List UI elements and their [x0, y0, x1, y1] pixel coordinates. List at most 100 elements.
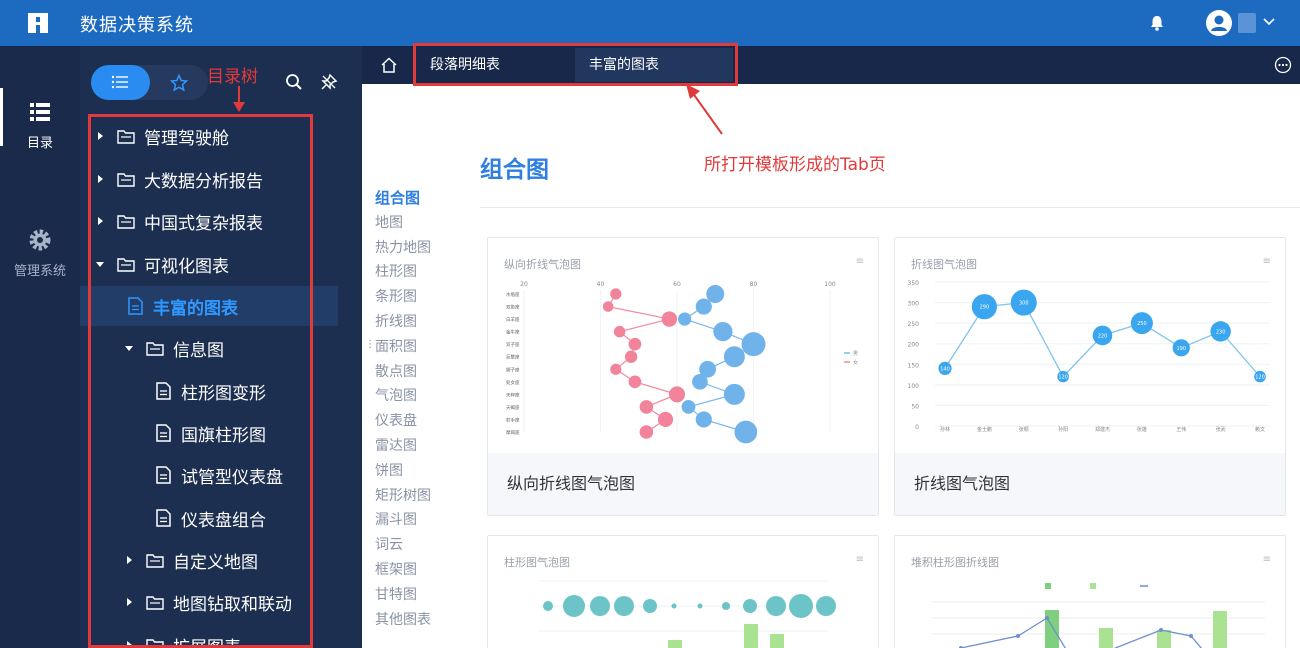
- x-tick-label: 张颖: [1019, 426, 1029, 433]
- left-nav: 目录 管理系统: [0, 46, 80, 648]
- x-tick-label: 60: [673, 281, 681, 288]
- category-item[interactable]: 仪表盘: [375, 409, 455, 434]
- card-mini-title: 折线图气泡图: [911, 258, 977, 271]
- menu-icon[interactable]: ≡: [856, 554, 864, 565]
- user-icon: [1211, 15, 1227, 31]
- data-bubble: [602, 301, 614, 312]
- y-tick-label: 50: [911, 403, 919, 410]
- nav-directory[interactable]: 目录: [0, 88, 80, 151]
- y-tick-label: 250: [908, 321, 920, 328]
- card-preview: 柱形图气泡图 ≡: [488, 536, 878, 648]
- menu-icon[interactable]: ≡: [1263, 256, 1271, 267]
- menu-icon[interactable]: ≡: [1263, 554, 1271, 565]
- data-bubble: [741, 332, 766, 357]
- chart-card[interactable]: 20 40 60 80 100 水瓶座 双鱼座 白羊座 金牛座 双子座 巨蟹座 狮子座 处女座 天秤座 天蝎…: [487, 237, 879, 516]
- x-tick-label: 20: [520, 281, 528, 288]
- category-item[interactable]: 折线图: [375, 310, 455, 335]
- card-preview: 0 50 100 150 200 250 300 350 140 孙林 290 金士鹏 300 张颖 120…: [895, 238, 1285, 453]
- y-tick-label: 150: [908, 362, 920, 369]
- bar-bubble-chart: [538, 580, 836, 648]
- more-icon[interactable]: [1274, 56, 1292, 74]
- data-bubble: [678, 312, 692, 326]
- category-item[interactable]: 框架图: [375, 558, 455, 583]
- data-bubble: [657, 411, 674, 428]
- avatar[interactable]: [1206, 10, 1232, 36]
- app-title: 数据决策系统: [80, 15, 194, 36]
- nav-management[interactable]: 管理系统: [0, 228, 80, 279]
- annotation-tree-box: [88, 114, 313, 648]
- y-tick-label: 双子座: [506, 341, 520, 348]
- category-item[interactable]: 其他图表: [375, 608, 455, 633]
- category-item[interactable]: 柱形图: [375, 260, 455, 285]
- x-tick-label: 孙林: [940, 426, 950, 433]
- data-label: 140: [940, 366, 950, 372]
- card-mini-title: 堆积柱形图折线图: [911, 556, 999, 569]
- data-label: 230: [1216, 329, 1226, 335]
- data-bubble: [681, 400, 696, 414]
- category-item[interactable]: 地图: [375, 211, 455, 236]
- category-item[interactable]: 雷达图: [375, 434, 455, 459]
- divider: [480, 207, 1300, 208]
- star-icon: [170, 74, 188, 92]
- list-icon: [30, 103, 50, 121]
- gear-icon: [29, 229, 51, 251]
- category-item[interactable]: 漏斗图: [375, 508, 455, 533]
- chart-card[interactable]: 柱形图气泡图 ≡: [487, 535, 879, 648]
- data-bubble: [628, 375, 642, 389]
- category-item[interactable]: 组合图: [375, 186, 455, 211]
- data-bubble: [613, 325, 626, 338]
- drag-handle-icon[interactable]: ⋮: [365, 339, 375, 353]
- menu-icon[interactable]: ≡: [856, 256, 864, 267]
- pin-icon[interactable]: [320, 73, 338, 91]
- chevron-down-icon[interactable]: [1262, 15, 1276, 29]
- y-tick-label: 金牛座: [506, 329, 520, 336]
- legend-label: 女: [853, 359, 858, 366]
- data-bubble: [610, 363, 622, 375]
- y-tick-label: 狮子座: [506, 366, 520, 373]
- x-tick-label: 郑建杰: [1095, 426, 1110, 433]
- card-mini-title: 柱形图气泡图: [504, 556, 570, 569]
- chart-card[interactable]: 堆积柱形图折线图 ≡: [894, 535, 1286, 648]
- annotation-tab-label: 所打开模板形成的Tab页: [704, 155, 886, 175]
- card-caption: 纵向折线图气泡图: [488, 453, 878, 515]
- y-tick-label: 双鱼座: [506, 304, 520, 311]
- list-view-button[interactable]: [91, 65, 150, 100]
- category-item[interactable]: 饼图: [375, 459, 455, 484]
- search-icon[interactable]: [285, 73, 303, 91]
- category-item[interactable]: 矩形树图: [375, 484, 455, 509]
- y-tick-label: 200: [908, 342, 920, 349]
- y-tick-label: 300: [908, 301, 920, 308]
- category-item[interactable]: 词云: [375, 533, 455, 558]
- data-label: 120: [1255, 375, 1265, 381]
- data-bubble: [624, 350, 638, 363]
- x-tick-label: 孙阳: [1058, 426, 1068, 433]
- data-bubble: [628, 337, 642, 351]
- data-label: 290: [980, 305, 990, 311]
- x-tick-label: 赖文: [1255, 426, 1265, 433]
- data-bubble: [723, 383, 745, 405]
- home-icon[interactable]: [380, 56, 398, 74]
- card-preview: 堆积柱形图折线图 ≡: [895, 536, 1285, 648]
- data-bubble: [695, 298, 712, 315]
- category-item[interactable]: 散点图: [375, 360, 455, 385]
- chart-card[interactable]: 0 50 100 150 200 250 300 350 140 孙林 290 金士鹏 300 张颖 120…: [894, 237, 1286, 516]
- bell-icon[interactable]: [1148, 14, 1166, 32]
- category-item[interactable]: 气泡图: [375, 384, 455, 409]
- x-tick-label: 40: [597, 281, 605, 288]
- data-bubble: [695, 411, 712, 428]
- category-item[interactable]: 甘特图: [375, 583, 455, 608]
- category-item[interactable]: 热力地图: [375, 236, 455, 261]
- data-label: 300: [1019, 301, 1029, 307]
- data-bubble: [713, 322, 733, 342]
- y-tick-label: 100: [908, 383, 920, 390]
- user-name[interactable]: [1238, 13, 1256, 33]
- data-bubble: [661, 311, 678, 327]
- data-bubble: [669, 386, 685, 403]
- annotation-arrow-down-icon: [233, 86, 245, 112]
- list-icon: [111, 75, 128, 89]
- y-tick-label: 水瓶座: [506, 291, 520, 298]
- category-item[interactable]: 面积图: [375, 335, 455, 360]
- category-item[interactable]: 条形图: [375, 285, 455, 310]
- data-bubble: [706, 285, 725, 303]
- card-mini-title: 纵向折线气泡图: [504, 258, 581, 271]
